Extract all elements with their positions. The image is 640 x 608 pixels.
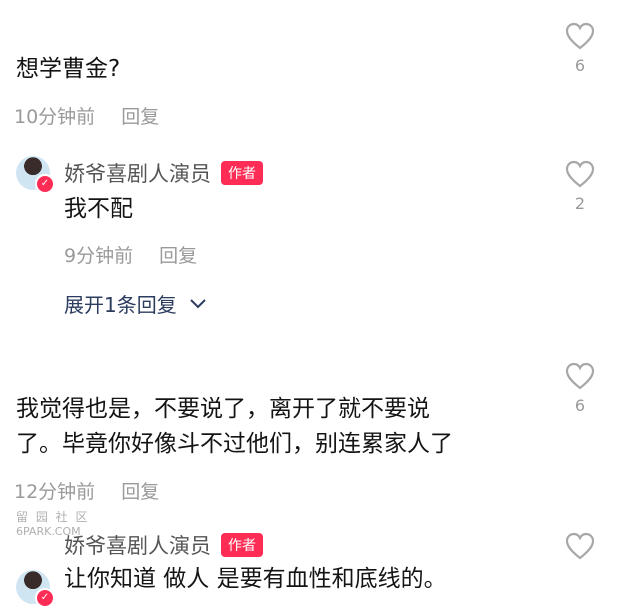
avatar[interactable]: ✓: [16, 156, 55, 194]
comment-meta: 12分钟前 回复: [14, 477, 159, 504]
comment-time: 12分钟前: [14, 481, 96, 503]
heart-outline-icon: [565, 160, 595, 188]
comment-meta: 10分钟前 回复: [14, 102, 159, 129]
reply-button[interactable]: 回复: [159, 245, 197, 267]
author-row: 娇爷喜剧人演员 作者: [64, 530, 263, 560]
reply-button[interactable]: 回复: [121, 106, 159, 128]
comment-text: 我不配: [64, 196, 133, 222]
comment-time: 9分钟前: [64, 245, 134, 267]
comment-text-line: 了。毕竟你好像斗不过他们，别连累家人了: [16, 431, 453, 457]
heart-outline-icon: [565, 22, 595, 50]
like-button[interactable]: 2: [560, 160, 600, 213]
verified-badge-icon: ✓: [35, 588, 55, 608]
chevron-down-icon: [190, 299, 206, 309]
author-name[interactable]: 娇爷喜剧人演员: [64, 162, 211, 186]
heart-outline-icon: [565, 362, 595, 390]
like-button[interactable]: 6: [560, 362, 600, 415]
heart-outline-icon: [565, 532, 595, 560]
comment-meta: 9分钟前 回复: [64, 241, 197, 268]
reply-button[interactable]: 回复: [121, 481, 159, 503]
author-name[interactable]: 娇爷喜剧人演员: [64, 534, 211, 558]
comment-time: 10分钟前: [14, 106, 96, 128]
like-count: 6: [574, 396, 586, 415]
verified-badge-icon: ✓: [35, 174, 55, 194]
expand-replies-label: 展开1条回复: [64, 293, 177, 317]
watermark-line: 留 园 社 区: [16, 510, 90, 524]
comment-text-line: 我觉得也是，不要说了，离开了就不要说: [16, 396, 430, 422]
comment-text: 让你知道 做人 是要有血性和底线的。: [64, 566, 447, 592]
comment-text: 我觉得也是，不要说了，离开了就不要说 了。毕竟你好像斗不过他们，别连累家人了: [16, 392, 453, 462]
like-count: 6: [574, 56, 586, 75]
comment-text: 想学曹金?: [16, 56, 121, 82]
like-count: 2: [574, 194, 586, 213]
author-row: 娇爷喜剧人演员 作者: [64, 158, 263, 188]
avatar[interactable]: ✓: [16, 570, 55, 608]
author-tag: 作者: [221, 161, 263, 185]
expand-replies-button[interactable]: 展开1条回复: [64, 289, 207, 318]
like-button[interactable]: 6: [560, 22, 600, 75]
like-button[interactable]: [560, 532, 600, 560]
author-tag: 作者: [221, 533, 263, 557]
